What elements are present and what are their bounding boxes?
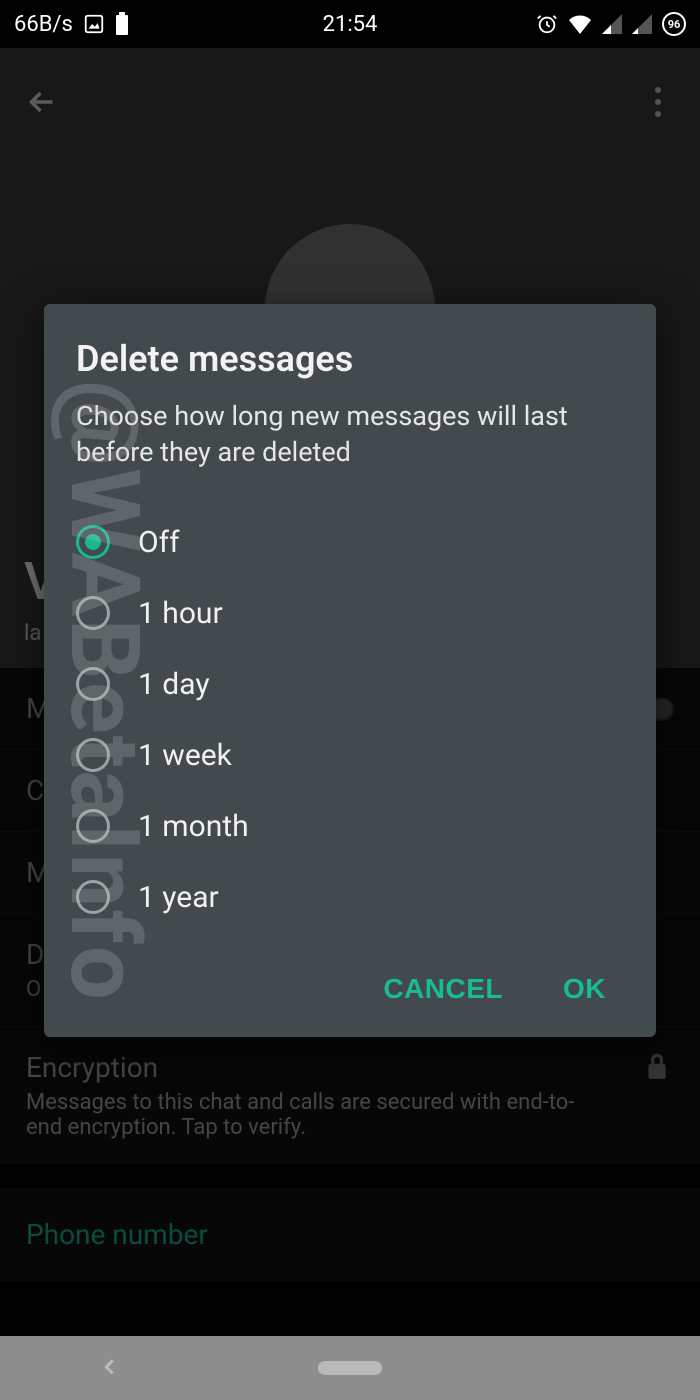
radio-icon: [76, 880, 110, 914]
option-1-year[interactable]: 1 year: [76, 862, 624, 933]
radio-icon: [76, 667, 110, 701]
alarm-icon: [536, 13, 558, 35]
option-1-hour[interactable]: 1 hour: [76, 578, 624, 649]
net-speed: 66B/s: [14, 12, 73, 37]
option-1-month[interactable]: 1 month: [76, 791, 624, 862]
battery-icon: [115, 12, 129, 36]
status-time: 21:54: [323, 12, 378, 37]
image-icon: [83, 13, 105, 35]
option-label: 1 week: [138, 738, 232, 773]
dialog-title: Delete messages: [76, 338, 624, 380]
wifi-icon: [568, 14, 592, 34]
signal-2-icon: [632, 14, 652, 34]
status-bar: 66B/s 21:54 96: [0, 0, 700, 48]
delete-messages-dialog: Delete messages Choose how long new mess…: [44, 304, 656, 1037]
status-right: 96: [536, 12, 686, 36]
radio-icon: [76, 525, 110, 559]
signal-1-icon: [602, 14, 622, 34]
dialog-actions: CANCEL OK: [76, 961, 624, 1017]
option-label: 1 year: [138, 880, 219, 915]
radio-icon: [76, 596, 110, 630]
option-off[interactable]: Off: [76, 507, 624, 578]
radio-icon: [76, 809, 110, 843]
nav-bar: [0, 1336, 700, 1400]
option-1-day[interactable]: 1 day: [76, 649, 624, 720]
dialog-options: Off 1 hour 1 day 1 week 1 month 1 year: [76, 507, 624, 933]
option-label: 1 hour: [138, 596, 223, 631]
option-1-week[interactable]: 1 week: [76, 720, 624, 791]
nav-home-pill[interactable]: [318, 1361, 382, 1375]
nav-back-icon[interactable]: [99, 1351, 121, 1386]
battery-badge-icon: 96: [662, 12, 686, 36]
option-label: Off: [138, 525, 180, 560]
battery-badge-text: 96: [668, 18, 681, 31]
dialog-description: Choose how long new messages will last b…: [76, 398, 624, 471]
ok-button[interactable]: OK: [555, 961, 614, 1017]
radio-icon: [76, 738, 110, 772]
option-label: 1 day: [138, 667, 210, 702]
cancel-button[interactable]: CANCEL: [375, 961, 511, 1017]
status-left: 66B/s: [14, 12, 129, 37]
option-label: 1 month: [138, 809, 249, 844]
screen: 66B/s 21:54 96: [0, 0, 700, 1400]
